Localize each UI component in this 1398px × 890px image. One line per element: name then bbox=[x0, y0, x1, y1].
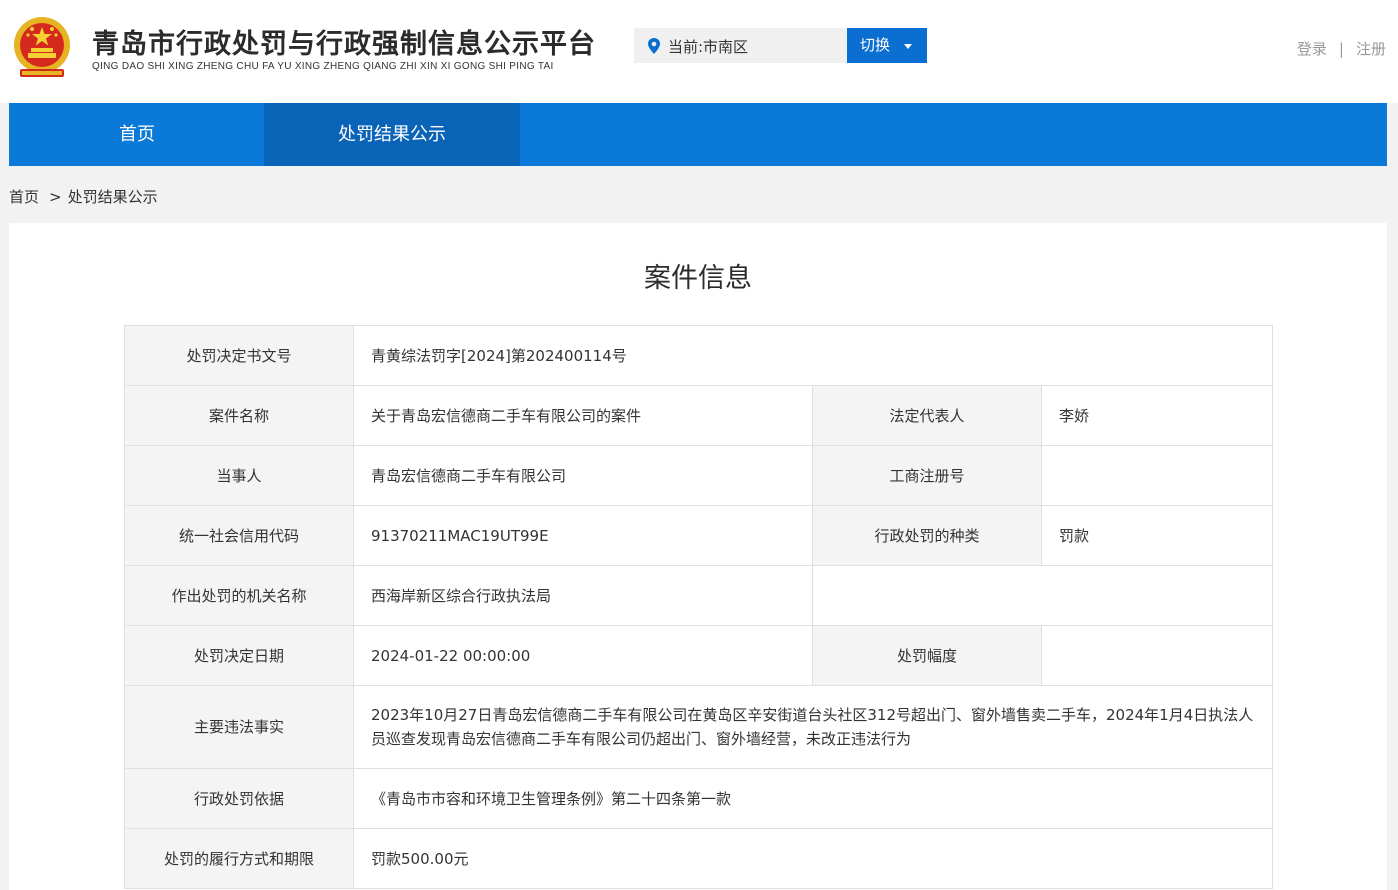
breadcrumb: 首页 > 处罚结果公示 bbox=[9, 186, 158, 207]
nav-penalty-results[interactable]: 处罚结果公示 bbox=[264, 103, 520, 166]
empty-cell bbox=[811, 565, 1274, 626]
table-row: 统一社会信用代码 91370211MAC19UT99E 行政处罚的种类 罚款 bbox=[124, 505, 1274, 566]
table-row: 处罚决定书文号 青黄综法罚字[2024]第202400114号 bbox=[124, 325, 1274, 386]
table-row: 行政处罚依据 《青岛市市容和环境卫生管理条例》第二十四条第一款 bbox=[124, 768, 1274, 829]
facts-value: 2023年10月27日青岛宏信德商二手车有限公司在黄岛区辛安街道台头社区312号… bbox=[352, 685, 1274, 769]
reg-no-label: 工商注册号 bbox=[812, 445, 1042, 506]
party-value: 青岛宏信德商二手车有限公司 bbox=[353, 445, 813, 506]
table-row: 处罚决定日期 2024-01-22 00:00:00 处罚幅度 bbox=[124, 625, 1274, 686]
switch-region-button[interactable]: 切换 bbox=[847, 28, 927, 63]
login-link[interactable]: 登录 bbox=[1297, 40, 1327, 58]
penalty-type-label: 行政处罚的种类 bbox=[812, 505, 1042, 566]
table-row: 案件名称 关于青岛宏信德商二手车有限公司的案件 法定代表人 李娇 bbox=[124, 385, 1274, 446]
case-name-label: 案件名称 bbox=[124, 385, 354, 446]
legal-rep-value: 李娇 bbox=[1040, 385, 1274, 446]
case-info-panel: 案件信息 处罚决定书文号 青黄综法罚字[2024]第202400114号 案件名… bbox=[9, 223, 1387, 890]
basis-value: 《青岛市市容和环境卫生管理条例》第二十四条第一款 bbox=[352, 768, 1274, 829]
legal-rep-label: 法定代表人 bbox=[812, 385, 1042, 446]
site-pinyin: QING DAO SHI XING ZHENG CHU FA YU XING Z… bbox=[92, 61, 554, 72]
basis-label: 行政处罚依据 bbox=[124, 768, 354, 829]
date-value: 2024-01-22 00:00:00 bbox=[353, 625, 813, 686]
nav-home[interactable]: 首页 bbox=[9, 103, 265, 166]
execution-label: 处罚的履行方式和期限 bbox=[124, 828, 354, 889]
breadcrumb-home[interactable]: 首页 bbox=[9, 188, 39, 206]
table-row: 处罚的履行方式和期限 罚款500.00元 bbox=[124, 828, 1274, 889]
auth-separator: | bbox=[1338, 40, 1344, 58]
table-row: 作出处罚的机关名称 西海岸新区综合行政执法局 bbox=[124, 565, 1274, 626]
location-text: 当前:市南区 bbox=[668, 38, 749, 56]
range-label: 处罚幅度 bbox=[812, 625, 1042, 686]
site-title: 青岛市行政处罚与行政强制信息公示平台 bbox=[92, 29, 596, 60]
caret-down-icon bbox=[904, 44, 912, 49]
authority-label: 作出处罚的机关名称 bbox=[124, 565, 354, 626]
party-label: 当事人 bbox=[124, 445, 354, 506]
authority-value: 西海岸新区综合行政执法局 bbox=[353, 565, 813, 626]
doc-no-label: 处罚决定书文号 bbox=[124, 325, 354, 386]
register-link[interactable]: 注册 bbox=[1356, 40, 1386, 58]
location-pin-icon bbox=[648, 38, 660, 54]
breadcrumb-current[interactable]: 处罚结果公示 bbox=[68, 188, 158, 206]
site-header: 青岛市行政处罚与行政强制信息公示平台 QING DAO SHI XING ZHE… bbox=[0, 0, 1398, 103]
credit-code-value: 91370211MAC19UT99E bbox=[353, 505, 813, 566]
facts-label: 主要违法事实 bbox=[124, 685, 354, 769]
table-row: 当事人 青岛宏信德商二手车有限公司 工商注册号 bbox=[124, 445, 1274, 506]
reg-no-value bbox=[1040, 445, 1274, 506]
penalty-type-value: 罚款 bbox=[1040, 505, 1274, 566]
doc-no-value: 青黄综法罚字[2024]第202400114号 bbox=[352, 325, 1274, 386]
credit-code-label: 统一社会信用代码 bbox=[124, 505, 354, 566]
switch-label: 切换 bbox=[860, 36, 891, 54]
national-emblem-icon bbox=[14, 17, 70, 77]
range-value bbox=[1040, 625, 1274, 686]
table-row: 主要违法事实 2023年10月27日青岛宏信德商二手车有限公司在黄岛区辛安街道台… bbox=[124, 685, 1274, 769]
auth-links: 登录 | 注册 bbox=[1297, 38, 1386, 59]
case-name-value: 关于青岛宏信德商二手车有限公司的案件 bbox=[353, 385, 813, 446]
breadcrumb-separator: > bbox=[49, 188, 62, 206]
date-label: 处罚决定日期 bbox=[124, 625, 354, 686]
execution-value: 罚款500.00元 bbox=[352, 828, 1274, 889]
main-nav: 首页 处罚结果公示 bbox=[9, 103, 1387, 166]
case-info-table: 处罚决定书文号 青黄综法罚字[2024]第202400114号 案件名称 关于青… bbox=[124, 325, 1274, 889]
location-display: 当前:市南区 bbox=[634, 28, 847, 63]
page-title: 案件信息 bbox=[644, 263, 752, 294]
